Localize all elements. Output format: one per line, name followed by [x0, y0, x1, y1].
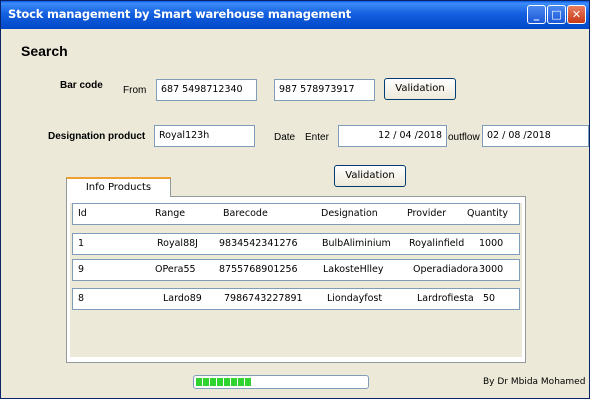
- progress-bar: [193, 375, 369, 389]
- progress-segment: [196, 378, 202, 386]
- cell-provider: Royalinfield: [409, 238, 465, 249]
- progress-fill: [196, 378, 251, 386]
- column-header-provider: Provider: [407, 208, 447, 219]
- products-table: Id Range Barecode Designation Provider Q…: [70, 203, 522, 357]
- enter-date-picker[interactable]: 12 / 04 /2018: [338, 125, 447, 147]
- progress-segment: [238, 378, 244, 386]
- credit-text: By Dr Mbida Mohamed: [483, 377, 586, 387]
- search-heading: Search: [21, 43, 68, 59]
- cell-quantity: 1000: [479, 238, 504, 249]
- main-window: Stock management by Smart warehouse mana…: [0, 0, 590, 399]
- info-products-panel: Id Range Barecode Designation Provider Q…: [66, 196, 526, 363]
- designation-validation-button[interactable]: Validation: [334, 165, 406, 187]
- window-title: Stock management by Smart warehouse mana…: [8, 7, 352, 21]
- table-header-row: Id Range Barecode Designation Provider Q…: [72, 203, 520, 225]
- date-label: Date: [274, 132, 296, 143]
- maximize-icon[interactable]: □: [547, 5, 566, 24]
- table-row[interactable]: 9 OPera55 8755768901256 LakosteHlley Ope…: [72, 259, 520, 281]
- close-icon[interactable]: ✕: [567, 5, 586, 24]
- cell-designation: LakosteHlley: [323, 264, 384, 275]
- column-header-designation: Designation: [321, 208, 378, 219]
- designation-input[interactable]: Royal123h: [154, 125, 255, 147]
- column-header-id: Id: [78, 208, 87, 219]
- table-row[interactable]: 1 Royal88J 9834542341276 BulbAliminium R…: [72, 233, 520, 255]
- table-row[interactable]: 8 Lardo89 7986743227891 Liondayfost Lard…: [72, 288, 520, 310]
- outflow-label: outflow: [448, 132, 480, 143]
- designation-label: Designation product: [48, 131, 146, 142]
- progress-segment: [245, 378, 251, 386]
- column-header-range: Range: [155, 208, 186, 219]
- barcode-validation-button[interactable]: Validation: [384, 78, 456, 100]
- progress-segment: [203, 378, 209, 386]
- cell-range: Royal88J: [157, 238, 198, 249]
- tab-info-products[interactable]: Info Products: [66, 177, 171, 197]
- column-header-barecode: Barecode: [223, 208, 268, 219]
- progress-segment: [224, 378, 230, 386]
- minimize-icon[interactable]: _: [527, 5, 546, 24]
- cell-quantity: 3000: [479, 264, 504, 275]
- cell-designation: BulbAliminium: [322, 238, 391, 249]
- title-bar[interactable]: Stock management by Smart warehouse mana…: [1, 1, 589, 29]
- from-label: From: [123, 85, 147, 96]
- cell-barecode: 7986743227891: [224, 293, 303, 304]
- enter-label: Enter: [305, 132, 329, 143]
- cell-designation: Liondayfost: [327, 293, 383, 304]
- progress-segment: [217, 378, 223, 386]
- cell-provider: Lardrofiesta: [417, 293, 474, 304]
- cell-range: OPera55: [155, 264, 196, 275]
- cell-range: Lardo89: [163, 293, 202, 304]
- cell-id: 8: [78, 293, 85, 304]
- cell-id: 1: [78, 238, 85, 249]
- cell-barecode: 8755768901256: [219, 264, 298, 275]
- progress-segment: [231, 378, 237, 386]
- barcode-label: Bar code: [60, 80, 103, 91]
- cell-quantity: 50: [483, 293, 496, 304]
- barcode-to-input[interactable]: 987 578973917: [274, 79, 375, 101]
- outflow-date-picker[interactable]: 02 / 08 /2018: [482, 125, 589, 147]
- progress-segment: [210, 378, 216, 386]
- cell-barecode: 9834542341276: [219, 238, 298, 249]
- column-header-quantity: Quantity: [467, 208, 509, 219]
- cell-id: 9: [78, 264, 85, 275]
- barcode-from-input[interactable]: 687 5498712340: [156, 79, 257, 101]
- cell-provider: Operadiadora: [413, 264, 479, 275]
